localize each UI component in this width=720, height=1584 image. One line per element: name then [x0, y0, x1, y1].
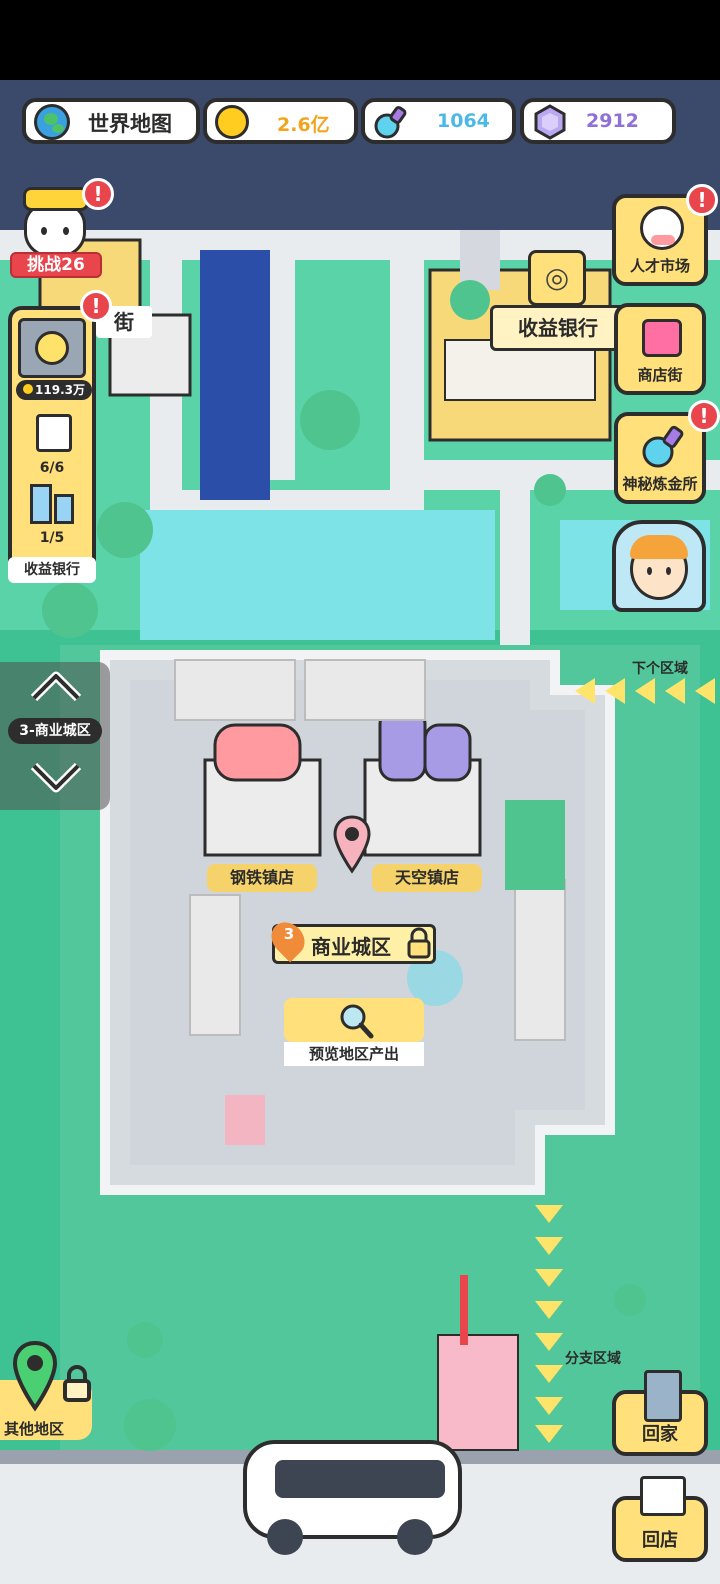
assistant-avatar[interactable]: [612, 520, 706, 612]
go-home-button[interactable]: 回家: [612, 1370, 708, 1456]
chevron-down-icon[interactable]: [28, 760, 84, 800]
next-region-arrow-icon: [605, 678, 625, 704]
go-shop-label: 回店: [642, 1530, 678, 1551]
branch-arrow-icon: [535, 1425, 563, 1443]
gold-coin-icon: [215, 105, 249, 139]
sky-shop-label[interactable]: 天空镇店: [372, 864, 482, 892]
bank-vault-icon: ◎: [528, 250, 586, 306]
lock-icon: [407, 927, 431, 959]
vault-amount: 119.3万: [16, 380, 92, 400]
world-map-label: 世界地图: [88, 112, 172, 136]
preview-output-label: 预览地区产出: [284, 1042, 424, 1066]
cat-recruiter-icon: [640, 206, 684, 250]
bank-panel[interactable]: 119.3万 6/6 1/5 !: [8, 290, 112, 582]
bank-panel-title: 收益银行: [8, 557, 96, 583]
district-badge[interactable]: 3 商业城区: [264, 915, 436, 964]
vault-amount-value: 119.3万: [35, 383, 85, 397]
branch-arrow-icon: [535, 1237, 563, 1255]
potion-value: 1064: [437, 110, 490, 132]
branch-region-label: 分支区域: [565, 1351, 621, 1367]
next-region-arrow-icon: [575, 678, 595, 704]
gold-counter[interactable]: 2.6亿: [203, 98, 358, 144]
alchemy-button[interactable]: 神秘炼金所 !: [614, 400, 720, 504]
district-name: 商业城区: [311, 935, 391, 959]
branch-arrow-icon: [535, 1269, 563, 1287]
challenge-label: 挑战26: [10, 252, 102, 278]
talent-market-button[interactable]: 人才市场 !: [612, 184, 718, 286]
gem-icon: [532, 104, 568, 144]
gem-value: 2912: [586, 110, 639, 132]
talent-market-label: 人才市场: [629, 257, 690, 275]
branch-arrow-icon: [535, 1301, 563, 1319]
shop-street-button[interactable]: 商店街: [614, 303, 706, 395]
home-building-icon: [644, 1370, 682, 1422]
shopping-bag-icon: [642, 319, 682, 357]
chevron-up-icon[interactable]: [28, 668, 84, 708]
go-home-label: 回家: [642, 1424, 678, 1445]
preview-output-button[interactable]: 预览地区产出: [284, 998, 424, 1066]
map-pin-icon[interactable]: [333, 815, 371, 874]
challenge-alert-icon: !: [82, 178, 114, 210]
other-regions-button[interactable]: 其他地区: [0, 1340, 96, 1444]
next-region-arrow-icon: [695, 678, 715, 704]
flask-icon: [640, 424, 688, 474]
other-regions-label: 其他地区: [4, 1420, 65, 1438]
district-selector-label: 3-商业城区: [8, 718, 102, 744]
other-regions-lock-icon: [62, 1364, 92, 1406]
steel-shop-label[interactable]: 钢铁镇店: [207, 864, 317, 892]
building-count: 1/5: [39, 530, 65, 546]
gold-value: 2.6亿: [277, 114, 330, 136]
shop-street-label: 商店街: [637, 366, 683, 384]
district-selector[interactable]: 3-商业城区: [0, 662, 110, 810]
branch-arrow-icon: [535, 1333, 563, 1351]
printer-icon: [36, 414, 72, 452]
shop-register-icon: [640, 1476, 686, 1516]
branch-arrow-icon: [535, 1365, 563, 1383]
alchemy-alert-icon: !: [688, 400, 720, 432]
next-region-label: 下个区域: [632, 661, 688, 677]
globe-icon: [34, 104, 70, 140]
vault-icon: [18, 318, 86, 378]
potion-flask-icon: [373, 104, 411, 144]
location-pin-icon: [12, 1340, 58, 1416]
world-map-button[interactable]: 世界地图: [22, 98, 200, 144]
magnifier-icon: [338, 1002, 374, 1044]
alchemy-label: 神秘炼金所: [622, 475, 698, 493]
next-region-arrow-icon: [665, 678, 685, 704]
bank-sign[interactable]: 收益银行: [490, 305, 626, 351]
go-shop-button[interactable]: 回店: [612, 1476, 708, 1562]
bank-alert-icon: !: [80, 290, 112, 322]
district-number: 3: [283, 925, 295, 943]
coin-icon: [23, 384, 34, 394]
branch-arrow-icon: [535, 1205, 563, 1223]
talent-market-alert-icon: !: [686, 184, 718, 216]
girl-face-icon: [630, 535, 688, 600]
gem-counter[interactable]: 2912: [520, 98, 676, 144]
printer-count: 6/6: [39, 460, 65, 476]
challenge-button[interactable]: 挑战26 !: [6, 178, 114, 280]
next-region-arrow-icon: [635, 678, 655, 704]
branch-arrow-icon: [535, 1397, 563, 1415]
cat-chef-icon: [23, 187, 89, 258]
potion-counter[interactable]: 1064: [361, 98, 516, 144]
